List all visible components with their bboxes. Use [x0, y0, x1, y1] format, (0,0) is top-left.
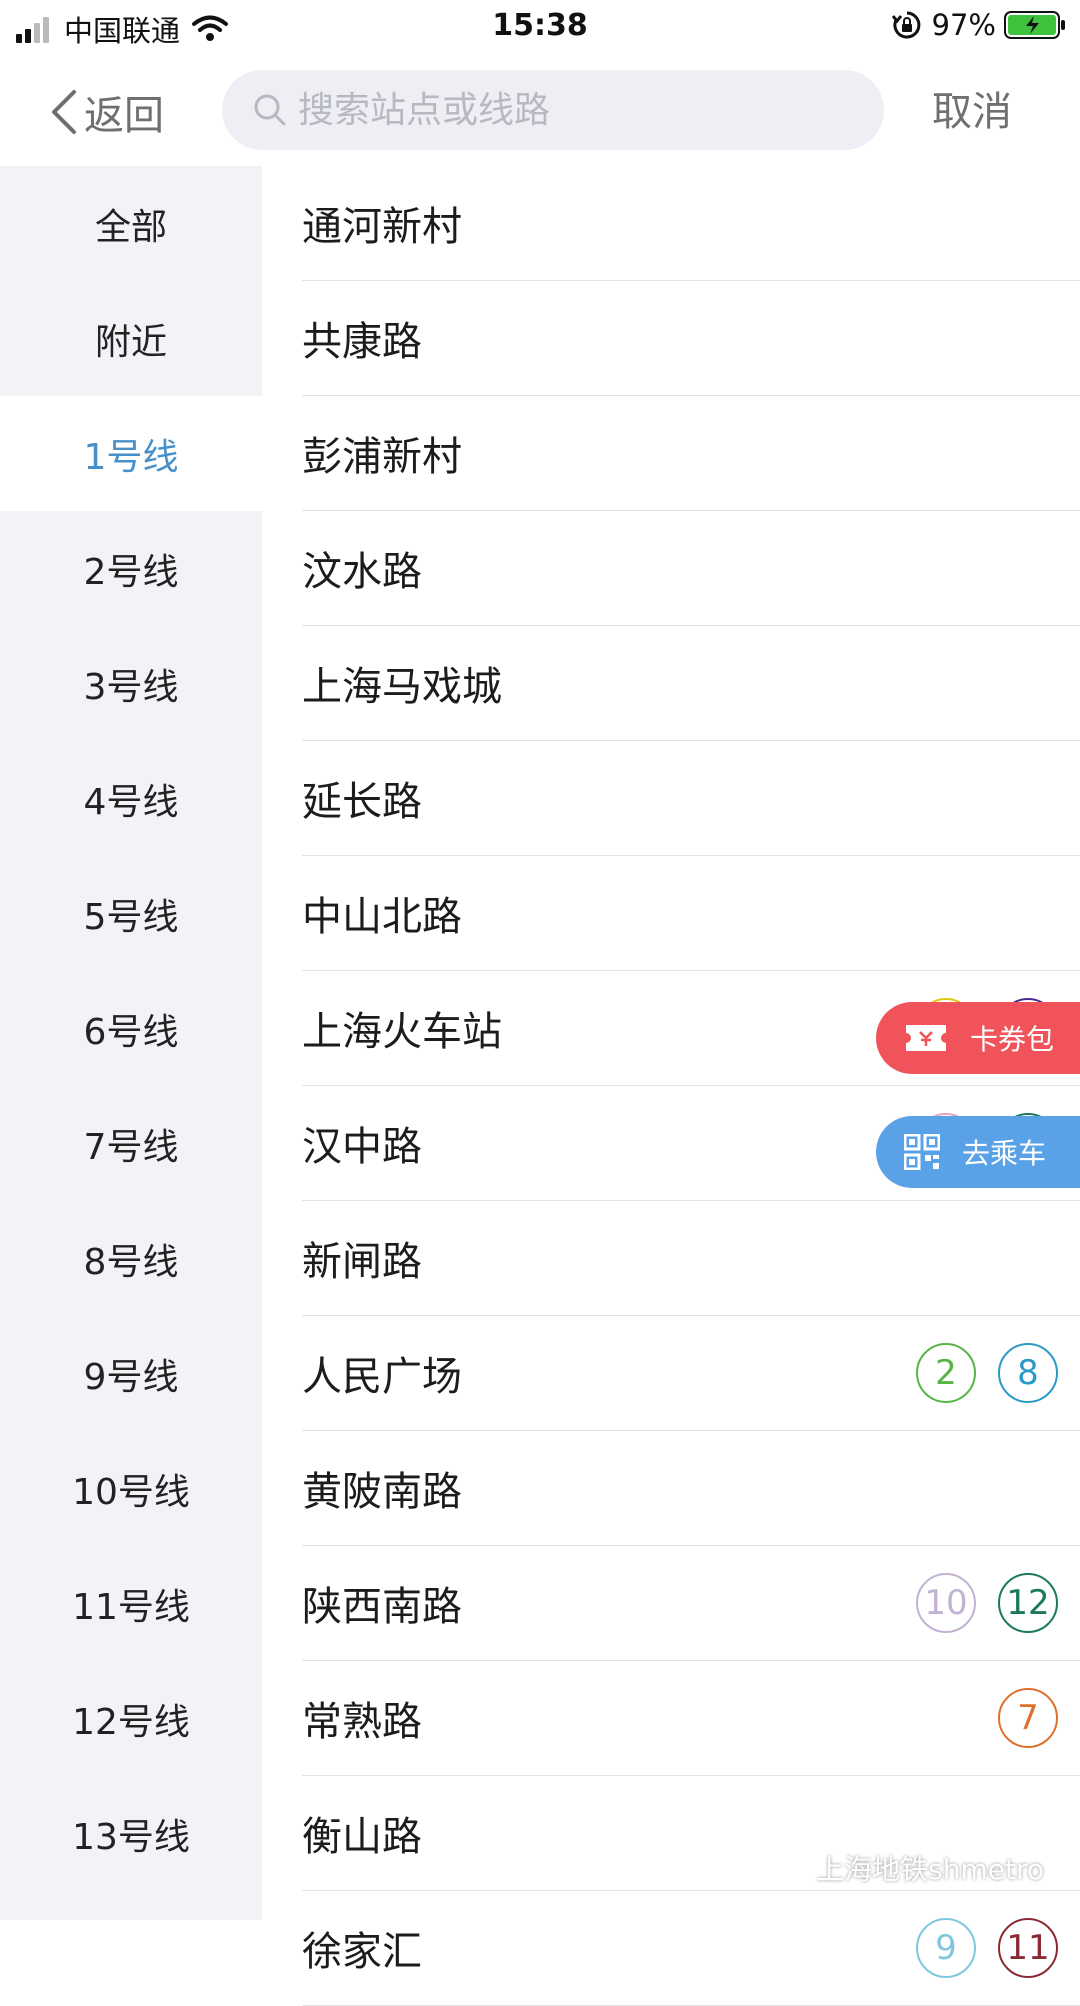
- qr-code-icon: [904, 1134, 940, 1170]
- sidebar-item[interactable]: 10号线: [0, 1431, 262, 1546]
- station-row[interactable]: 人民广场 2 8: [302, 1316, 1080, 1431]
- line-sidebar: 全部 附近 1号线 2号线 3号线 4号线 5号线 6号线 7号线 8号线 9号线 10号线 11号线 1…: [0, 166, 262, 1920]
- station-row[interactable]: 汶水路: [302, 511, 1080, 626]
- ride-label: 去乘车: [962, 1137, 1047, 1170]
- sidebar-item[interactable]: 12号线: [0, 1661, 262, 1776]
- station-row[interactable]: 通河新村: [302, 166, 1080, 281]
- back-label: 返回: [84, 93, 164, 139]
- sidebar-item[interactable]: 1号线: [0, 396, 262, 511]
- sidebar-item[interactable]: 8号线: [0, 1201, 262, 1316]
- station-name: 中山北路: [302, 894, 462, 940]
- station-row[interactable]: 延长路: [302, 741, 1080, 856]
- line-badge: 10: [916, 1573, 976, 1633]
- sidebar-item[interactable]: 5号线: [0, 856, 262, 971]
- station-row[interactable]: 共康路: [302, 281, 1080, 396]
- ticket-icon: [906, 1025, 946, 1051]
- cancel-button[interactable]: 取消: [932, 84, 1012, 140]
- status-right: 97%: [891, 8, 1066, 42]
- search-input[interactable]: [298, 89, 858, 131]
- station-row[interactable]: 彭浦新村: [302, 396, 1080, 511]
- sidebar-item[interactable]: 13号线: [0, 1776, 262, 1891]
- watermark: 上海地铁shmetro: [768, 1848, 1044, 1888]
- coupon-label: 卡券包: [970, 1023, 1055, 1056]
- back-button[interactable]: 返回: [48, 84, 164, 140]
- ride-button[interactable]: 去乘车: [876, 1116, 1080, 1188]
- transfer-lines: 7: [976, 1688, 1058, 1748]
- station-name: 共康路: [302, 319, 422, 365]
- search-box[interactable]: [222, 70, 884, 150]
- station-row[interactable]: 黄陂南路: [302, 1431, 1080, 1546]
- station-row[interactable]: 陕西南路 10 12: [302, 1546, 1080, 1661]
- sidebar-item[interactable]: 6号线: [0, 971, 262, 1086]
- transfer-lines: 28: [894, 1343, 1058, 1403]
- sidebar-item[interactable]: 3号线: [0, 626, 262, 741]
- line-badge: 8: [998, 1343, 1058, 1403]
- station-name: 人民广场: [302, 1354, 462, 1400]
- battery-percent: 97%: [931, 8, 996, 42]
- station-name: 陕西南路: [302, 1584, 462, 1630]
- station-row[interactable]: 中山北路: [302, 856, 1080, 971]
- transfer-lines: 10 12: [894, 1573, 1058, 1633]
- station-list: 通河新村共康路彭浦新村汶水路上海马戏城延长路中山北路上海火车站34汉中路1312…: [302, 166, 1080, 2006]
- station-row[interactable]: 上海马戏城: [302, 626, 1080, 741]
- station-row[interactable]: 新闸路: [302, 1201, 1080, 1316]
- station-name: 汶水路: [302, 549, 422, 595]
- station-name: 衡山路: [302, 1814, 422, 1860]
- station-name: 延长路: [302, 779, 422, 825]
- coupon-wallet-button[interactable]: 卡券包: [876, 1002, 1080, 1074]
- sidebar-item[interactable]: 2号线: [0, 511, 262, 626]
- battery-icon: [1004, 11, 1065, 39]
- station-row[interactable]: 常熟路 7: [302, 1661, 1080, 1776]
- rotation-lock-icon: [891, 11, 920, 39]
- station-name: 上海火车站: [302, 1009, 502, 1055]
- status-bar: 中国联通 15:38 97%: [0, 0, 1080, 56]
- station-name: 彭浦新村: [302, 434, 462, 480]
- station-name: 新闸路: [302, 1239, 422, 1285]
- transfer-lines: 9 11: [894, 1918, 1058, 1978]
- sidebar-item[interactable]: 4号线: [0, 741, 262, 856]
- sidebar-item[interactable]: 附近: [0, 281, 262, 396]
- chevron-left-icon: [52, 90, 76, 134]
- sidebar-item[interactable]: 7号线: [0, 1086, 262, 1201]
- watermark-text: 上海地铁shmetro: [816, 1853, 1044, 1886]
- sidebar-item[interactable]: 全部: [0, 166, 262, 281]
- station-name: 黄陂南路: [302, 1469, 462, 1515]
- line-badge: 12: [998, 1573, 1058, 1633]
- line-badge: 2: [916, 1343, 976, 1403]
- nav-bar: 返回 取消: [0, 56, 1080, 166]
- sidebar-item[interactable]: 9号线: [0, 1316, 262, 1431]
- line-badge: 7: [998, 1688, 1058, 1748]
- station-name: 常熟路: [302, 1699, 422, 1745]
- search-icon: [254, 94, 286, 126]
- sidebar-item[interactable]: 11号线: [0, 1546, 262, 1661]
- station-name: 徐家汇: [302, 1929, 422, 1975]
- wechat-icon: [768, 1853, 808, 1882]
- line-badge: 11: [998, 1918, 1058, 1978]
- station-name: 上海马戏城: [302, 664, 502, 710]
- line-badge: 9: [916, 1918, 976, 1978]
- station-name: 汉中路: [302, 1124, 422, 1170]
- station-row[interactable]: 徐家汇 9 11: [302, 1891, 1080, 2006]
- station-name: 通河新村: [302, 204, 462, 250]
